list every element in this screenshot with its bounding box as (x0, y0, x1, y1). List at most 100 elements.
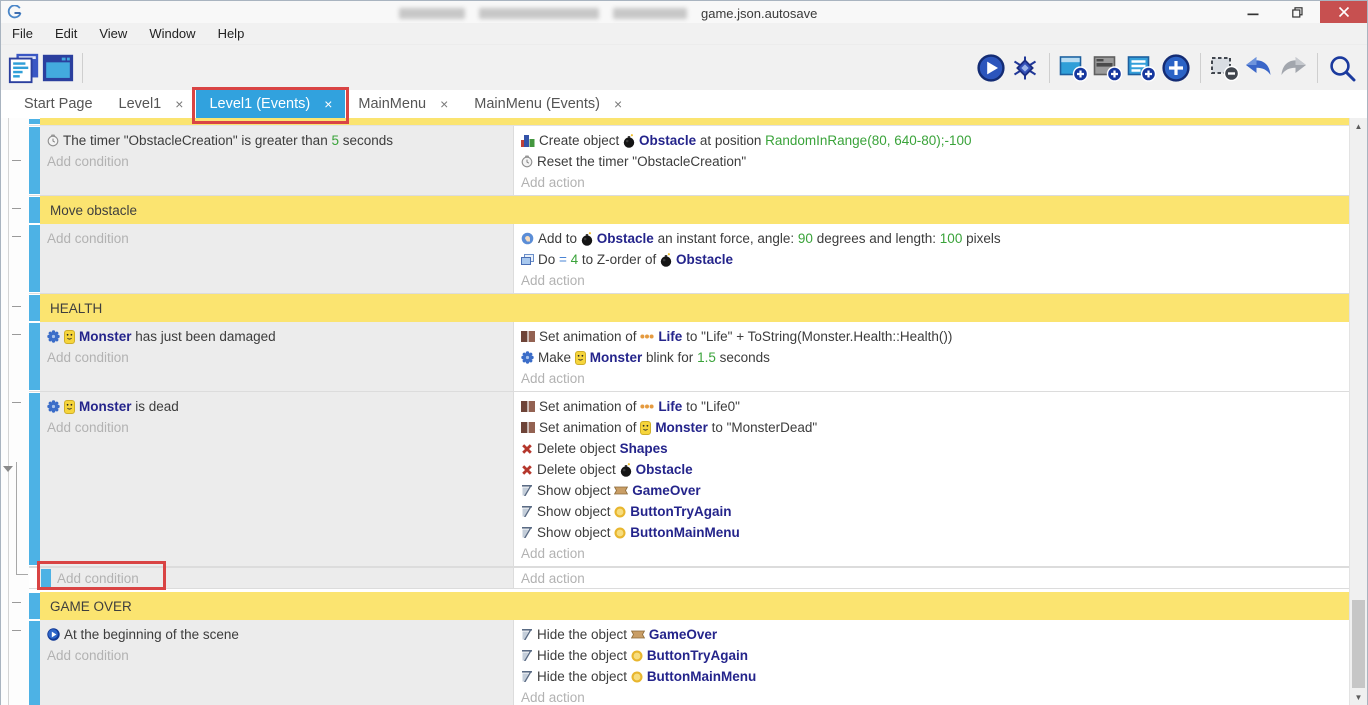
tab-close-icon[interactable]: × (614, 96, 622, 112)
menu-view[interactable]: View (88, 23, 138, 44)
tab-level1-events[interactable]: Level1 (Events)× (196, 90, 345, 118)
tab-mainmenu[interactable]: MainMenu× (345, 90, 461, 118)
action-line[interactable]: Set animation of Life to "Life0" (514, 396, 1349, 417)
button-icon (614, 506, 626, 518)
action-line[interactable]: Hide the object GameOver (514, 624, 1349, 645)
tab-close-icon[interactable]: × (440, 96, 448, 112)
vertical-scrollbar[interactable]: ▲ ▼ (1349, 118, 1367, 705)
restore-button[interactable] (1275, 1, 1320, 23)
add-condition-button[interactable]: Add condition (53, 568, 139, 589)
value-segment: = (559, 252, 571, 267)
window-controls (1230, 1, 1367, 23)
add-action-button[interactable]: Add action (514, 270, 1349, 291)
tab-close-icon[interactable]: × (324, 96, 332, 112)
tab-mainmenu-events[interactable]: MainMenu (Events) × (461, 90, 635, 118)
action-line[interactable]: Reset the timer "ObstacleCreation" (514, 151, 1349, 172)
menu-edit[interactable]: Edit (44, 23, 88, 44)
add-new-button[interactable] (1159, 50, 1193, 86)
play-button[interactable] (974, 50, 1008, 86)
action-line[interactable]: Set animation of Monster to "MonsterDead… (514, 417, 1349, 438)
event-drag-bar[interactable] (29, 393, 40, 565)
scene-editor-button[interactable] (41, 50, 75, 86)
object-name: ButtonTryAgain (630, 504, 731, 519)
tab-close-icon[interactable]: × (175, 96, 183, 112)
scrollbar-thumb[interactable] (1352, 600, 1365, 688)
tab-level1[interactable]: Level1 × (106, 90, 197, 118)
add-action-button[interactable]: Add action (514, 687, 1349, 705)
collapse-arrow-icon[interactable] (3, 466, 13, 472)
object-name: GameOver (649, 627, 717, 642)
redo-button[interactable] (1276, 50, 1310, 86)
condition-line[interactable]: The timer "ObstacleCreation" is greater … (40, 130, 513, 151)
scene-begin-icon (47, 628, 60, 641)
add-condition-button[interactable]: Add condition (40, 151, 513, 172)
text-segment: At the beginning of the scene (64, 627, 239, 642)
add-condition-button[interactable]: Add condition (40, 228, 513, 249)
condition-line[interactable]: Monster has just been damaged (40, 326, 513, 347)
action-line[interactable]: Hide the object ButtonMainMenu (514, 666, 1349, 687)
text-segment: to "Life0" (682, 399, 740, 414)
action-line[interactable]: Create object Obstacle at position Rando… (514, 130, 1349, 151)
minimize-button[interactable] (1230, 1, 1275, 23)
bomb-icon (581, 232, 593, 246)
event-drag-bar[interactable] (29, 593, 40, 619)
comment-label[interactable]: HEALTH (40, 294, 1349, 322)
add-subevent-button[interactable] (1091, 50, 1125, 86)
scroll-up-arrow[interactable]: ▲ (1350, 118, 1367, 134)
add-condition-button[interactable]: Add condition (40, 645, 513, 666)
action-line[interactable]: Show object GameOver (514, 480, 1349, 501)
add-event-button[interactable] (1057, 50, 1091, 86)
close-button[interactable] (1320, 1, 1367, 23)
search-button[interactable] (1325, 50, 1359, 86)
scroll-down-arrow[interactable]: ▼ (1350, 689, 1367, 705)
add-action-button[interactable]: Add action (514, 172, 1349, 193)
action-line[interactable]: Show object ButtonMainMenu (514, 522, 1349, 543)
event-move-obstacle: Add conditionAdd to Obstacle an instant … (29, 224, 1349, 294)
subevent-drag-bar[interactable] (41, 569, 51, 587)
tab-label: Level1 (119, 96, 162, 112)
add-action-button[interactable]: Add action (514, 368, 1349, 389)
object-name: Monster (655, 420, 708, 435)
scrollbar-track[interactable] (1350, 134, 1367, 689)
debug-button[interactable] (1008, 50, 1042, 86)
tab-start-page[interactable]: Start Page (11, 90, 106, 118)
event-drag-bar[interactable] (29, 119, 40, 124)
event-drag-bar[interactable] (29, 621, 40, 705)
comment-health: HEALTH (29, 294, 1349, 322)
delete-event-button[interactable] (1208, 50, 1242, 86)
project-manager-button[interactable] (7, 50, 41, 86)
add-condition-button[interactable]: Add condition (40, 417, 513, 438)
event-drag-bar[interactable] (29, 295, 40, 321)
subevent-indent (29, 568, 40, 588)
event-drag-bar[interactable] (29, 225, 40, 292)
condition-line[interactable]: Monster is dead (40, 396, 513, 417)
menu-window[interactable]: Window (138, 23, 206, 44)
event-drag-bar[interactable] (29, 323, 40, 390)
action-line[interactable]: Add to Obstacle an instant force, angle:… (514, 228, 1349, 249)
action-line[interactable]: Do = 4 to Z-order of Obstacle (514, 249, 1349, 270)
action-line[interactable]: Show object ButtonTryAgain (514, 501, 1349, 522)
event-drag-bar[interactable] (29, 127, 40, 194)
action-line[interactable]: Set animation of Life to "Life" + ToStri… (514, 326, 1349, 347)
undo-button[interactable] (1242, 50, 1276, 86)
add-comment-button[interactable] (1125, 50, 1159, 86)
comment-label[interactable]: GAME OVER (40, 592, 1349, 620)
action-line[interactable]: Delete object Shapes (514, 438, 1349, 459)
condition-line[interactable]: At the beginning of the scene (40, 624, 513, 645)
menu-help[interactable]: Help (207, 23, 256, 44)
actions-panel: Hide the object GameOverHide the object … (513, 620, 1349, 705)
menu-file[interactable]: File (1, 23, 44, 44)
add-action-button[interactable]: Add action (514, 543, 1349, 564)
event-drag-bar[interactable] (29, 197, 40, 223)
tab-label: MainMenu (Events) (474, 96, 600, 112)
add-condition-button[interactable]: Add condition (40, 347, 513, 368)
comment-label[interactable]: Move obstacle (40, 196, 1349, 224)
monster-icon (640, 421, 651, 435)
monster-icon (64, 400, 75, 414)
action-line[interactable]: Make Monster blink for 1.5 seconds (514, 347, 1349, 368)
add-action-button[interactable]: Add action (514, 568, 1349, 588)
text-segment: Do (538, 252, 559, 267)
text-segment: Set animation of (539, 329, 640, 344)
action-line[interactable]: Delete object Obstacle (514, 459, 1349, 480)
action-line[interactable]: Hide the object ButtonTryAgain (514, 645, 1349, 666)
